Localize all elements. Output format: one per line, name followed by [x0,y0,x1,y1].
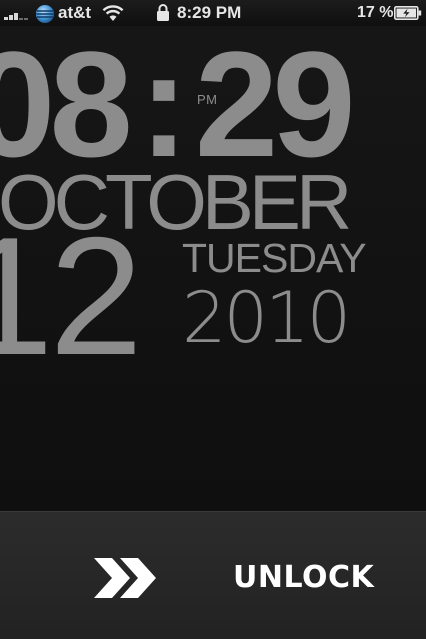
year-label: 2010 [182,277,351,359]
carrier-name: at&t [58,3,92,22]
time-colon: : [138,26,189,188]
wifi-icon [102,5,124,21]
day-number: 12 [0,202,143,390]
ampm-label: PM [197,92,218,107]
clock-display: 08:29 PM OCTOBER 12 TUESDAY 2010 [0,26,426,506]
battery-charging-icon [394,6,422,20]
time-digits: 08:29 [0,26,356,188]
status-time: 8:29 PM [177,3,242,22]
weekday-label: TUESDAY [182,235,367,281]
unlock-slider-track[interactable]: UNLOCK [0,511,426,639]
signal-bars-icon [4,8,32,20]
carrier-globe-icon [36,5,54,23]
double-chevron-right-icon[interactable] [92,556,160,600]
lock-icon [157,4,169,21]
status-bar: at&t 8:29 PM 17 % [0,0,426,26]
lock-screen: at&t 8:29 PM 17 % 08:29 PM OCTOBER 12 TU… [0,0,426,639]
unlock-label: UNLOCK [233,560,375,595]
battery-percent: 17 % [357,4,394,21]
